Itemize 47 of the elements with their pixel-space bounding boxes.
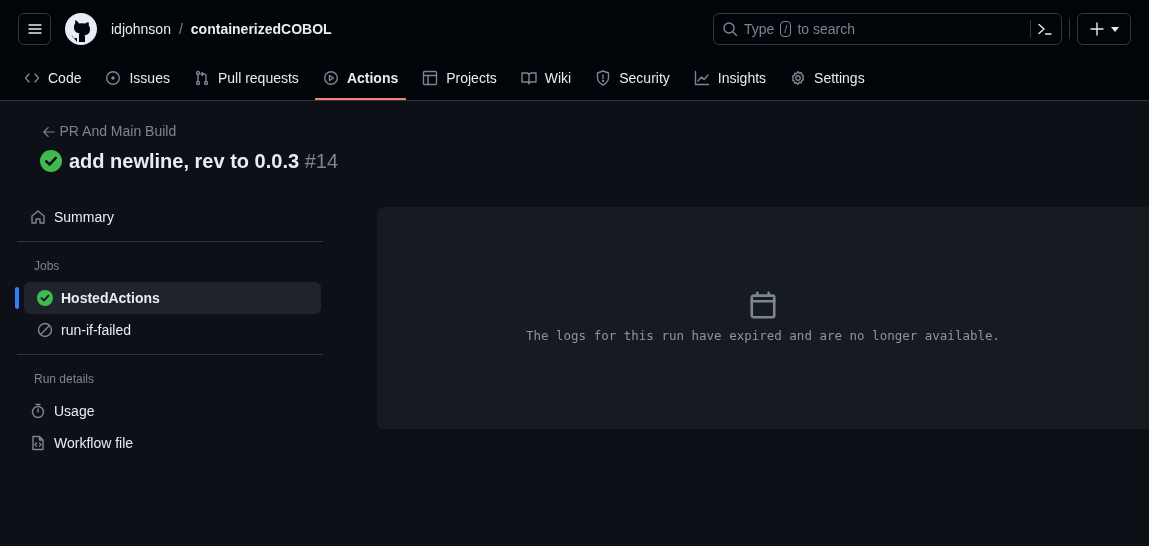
file-code-icon xyxy=(30,435,46,451)
nav-tab[interactable]: Insights xyxy=(685,58,775,100)
menu-button[interactable] xyxy=(18,13,51,45)
create-new-button[interactable] xyxy=(1077,13,1131,45)
nav-tab[interactable]: Actions xyxy=(314,58,407,100)
success-check-icon xyxy=(40,150,62,172)
plus-icon xyxy=(1089,21,1105,37)
selection-indicator xyxy=(15,287,19,309)
issue-icon xyxy=(105,70,122,86)
sidebar-item[interactable]: Summary xyxy=(17,201,314,233)
skipped-icon xyxy=(37,322,53,338)
menu-icon xyxy=(26,21,43,37)
job-item[interactable]: run-if-failed xyxy=(24,314,321,346)
table-icon xyxy=(422,70,439,86)
owner-link[interactable]: idjohnson xyxy=(111,18,171,40)
arrow-left-icon xyxy=(42,124,56,139)
nav-tab[interactable]: Settings xyxy=(782,58,873,100)
success-check-icon xyxy=(37,290,53,306)
caret-icon xyxy=(1111,26,1119,32)
pull-request-icon xyxy=(193,70,210,86)
nav-tab[interactable]: Projects xyxy=(414,58,505,100)
book-icon xyxy=(520,70,537,86)
stopwatch-icon xyxy=(30,403,46,419)
gear-icon xyxy=(790,70,807,86)
home-icon xyxy=(30,209,46,225)
run-title: add newline, rev to 0.0.3 #14 xyxy=(69,149,338,173)
section-heading: Jobs xyxy=(33,258,61,275)
nav-tab[interactable]: Wiki xyxy=(512,58,580,100)
expired-logs-message: The logs for this run have expired and are no longer available. xyxy=(525,327,1001,346)
sidebar-item[interactable]: Usage xyxy=(17,395,314,427)
play-icon xyxy=(322,70,339,86)
nav-tab[interactable]: Code xyxy=(16,58,90,100)
section-heading: Run details xyxy=(33,371,96,388)
nav-tab[interactable]: Security xyxy=(587,58,678,100)
search-field[interactable]: Type / to search xyxy=(713,13,1062,45)
shield-icon xyxy=(595,70,612,86)
line-graph-icon xyxy=(693,70,710,86)
octocat-logo-icon[interactable] xyxy=(65,13,97,45)
workflow-back-link[interactable]: PR And Main Build xyxy=(59,121,177,142)
nav-tab[interactable]: Issues xyxy=(97,58,178,100)
calendar-icon xyxy=(748,290,778,321)
path-separator: / xyxy=(178,19,183,39)
repository-link[interactable]: containerizedCOBOL xyxy=(190,18,332,40)
search-icon xyxy=(722,21,738,37)
nav-tab[interactable]: Pull requests xyxy=(185,58,307,100)
sidebar-item[interactable]: Workflow file xyxy=(17,427,314,459)
terminal-icon xyxy=(1037,21,1053,37)
